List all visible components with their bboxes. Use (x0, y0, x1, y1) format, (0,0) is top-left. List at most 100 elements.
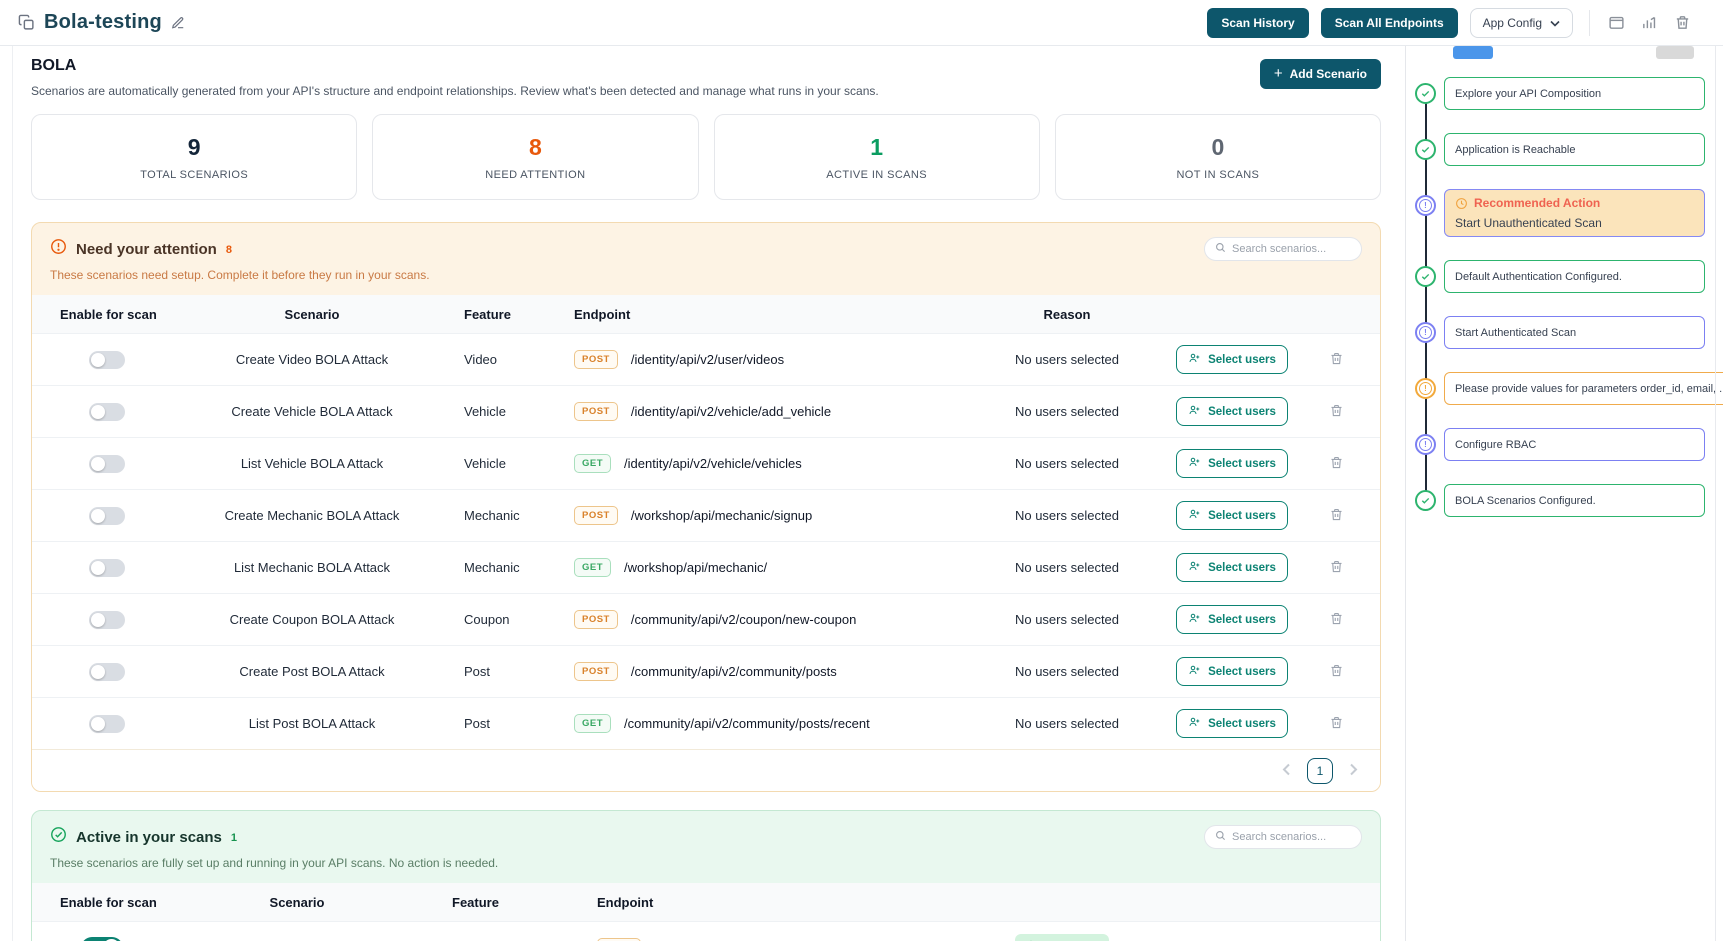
select-users-button[interactable]: Select users (1176, 501, 1288, 530)
feature-name: Post (442, 716, 562, 731)
active-search-input[interactable] (1232, 831, 1351, 843)
attention-search[interactable] (1204, 237, 1362, 261)
trash-icon[interactable] (1672, 12, 1693, 33)
timeline-card[interactable]: Start Authenticated Scan (1444, 316, 1705, 349)
endpoint-path: /identity/api/v2/vehicle/vehicles (624, 456, 802, 471)
scenario-name: List Vehicle BOLA Attack (182, 456, 442, 471)
reason-text: No users selected (962, 612, 1172, 627)
col-endpoint: Endpoint (562, 307, 962, 322)
stat-label: TOTAL SCENARIOS (140, 169, 248, 181)
copy-icon[interactable] (18, 14, 35, 31)
delete-row-icon[interactable] (1326, 712, 1347, 736)
scenario-name: Create Vehicle BOLA Attack (182, 404, 442, 419)
stat-value: 9 (188, 134, 201, 161)
enable-toggle[interactable] (89, 351, 125, 369)
timeline-item: Application is Reachable (1415, 133, 1705, 166)
reason-text: No users selected (962, 352, 1172, 367)
feature-name: Mechanic (442, 560, 562, 575)
select-users-button[interactable]: Select users (1176, 709, 1288, 738)
timeline-item: Explore your API Composition (1415, 77, 1705, 110)
next-page-icon[interactable] (1347, 761, 1360, 781)
top-bar: Bola-testing Scan History Scan All Endpo… (0, 0, 1723, 46)
table-row: List Vehicle BOLA Attack Vehicle GET /id… (32, 437, 1380, 489)
enable-toggle[interactable] (89, 403, 125, 421)
select-users-button[interactable]: Select users (1176, 449, 1288, 478)
table-row: Create Video BOLA Attack Video POST /ide… (32, 333, 1380, 385)
in-scans-badge: IN SCANS (1015, 934, 1109, 941)
method-badge: GET (574, 714, 611, 733)
enable-toggle[interactable] (81, 937, 123, 941)
plus-icon: + (1274, 69, 1283, 79)
active-count: 1 (231, 832, 237, 844)
enable-toggle[interactable] (89, 611, 125, 629)
enable-toggle[interactable] (89, 507, 125, 525)
timeline-card[interactable]: BOLA Scenarios Configured. (1444, 484, 1705, 517)
search-icon (1215, 828, 1226, 846)
recommended-badge: Recommended Action (1474, 196, 1600, 210)
enable-toggle[interactable] (89, 559, 125, 577)
active-scans-section: Active in your scans 1 These scenarios a… (31, 810, 1381, 941)
timeline-card[interactable]: Application is Reachable (1444, 133, 1705, 166)
reason-text: No users selected (962, 716, 1172, 731)
timeline-status-icon: ! (1415, 195, 1436, 216)
archive-icon[interactable] (1606, 12, 1627, 33)
select-users-button[interactable]: Select users (1176, 553, 1288, 582)
endpoint-path: /community/api/v2/community/posts (631, 664, 837, 679)
enable-toggle[interactable] (89, 663, 125, 681)
prev-page-icon[interactable] (1280, 761, 1293, 781)
timeline-card[interactable]: Explore your API Composition (1444, 77, 1705, 110)
timeline-status-icon (1415, 490, 1436, 511)
method-badge: GET (574, 454, 611, 473)
select-users-label: Select users (1208, 406, 1276, 418)
active-search[interactable] (1204, 825, 1362, 849)
select-users-label: Select users (1208, 614, 1276, 626)
scan-all-endpoints-button[interactable]: Scan All Endpoints (1321, 8, 1458, 38)
delete-row-icon[interactable] (1326, 504, 1347, 528)
delete-row-icon[interactable] (1326, 348, 1347, 372)
method-badge: POST (574, 610, 618, 629)
add-scenario-button[interactable]: + Add Scenario (1260, 59, 1381, 89)
timeline-label: Start Authenticated Scan (1455, 327, 1694, 339)
select-users-label: Select users (1208, 562, 1276, 574)
select-users-button[interactable]: Select users (1176, 605, 1288, 634)
stat-label: NEED ATTENTION (485, 169, 585, 181)
col-feature: Feature (442, 307, 562, 322)
delete-row-icon[interactable] (1326, 452, 1347, 476)
person-plus-icon (1188, 508, 1201, 523)
scenario-name: Create Coupon BOLA Attack (182, 612, 442, 627)
endpoint-path: /community/api/v2/community/posts/recent (624, 716, 870, 731)
select-users-button[interactable]: Select users (1176, 657, 1288, 686)
chart-icon[interactable] (1639, 12, 1660, 33)
delete-row-icon[interactable] (1326, 608, 1347, 632)
app-config-dropdown[interactable]: App Config (1470, 8, 1573, 38)
enable-toggle[interactable] (89, 455, 125, 473)
reason-text: No users selected (962, 456, 1172, 471)
timeline-card[interactable]: Please provide values for parameters ord… (1444, 372, 1723, 405)
timeline-card[interactable]: Default Authentication Configured. (1444, 260, 1705, 293)
page-description: Scenarios are automatically generated fr… (31, 84, 1381, 98)
select-users-button[interactable]: Select users (1176, 397, 1288, 426)
delete-row-icon[interactable] (1192, 936, 1213, 941)
timeline-card[interactable]: Configure RBAC (1444, 428, 1705, 461)
table-row: Create Coupon BOLA Attack Coupon POST /c… (32, 593, 1380, 645)
need-attention-section: Need your attention 8 These scenarios ne… (31, 222, 1381, 792)
search-icon (1215, 240, 1226, 258)
delete-row-icon[interactable] (1326, 556, 1347, 580)
timeline-card[interactable]: Recommended Action Start Unauthenticated… (1444, 189, 1705, 237)
attention-search-input[interactable] (1232, 243, 1351, 255)
method-badge: POST (574, 506, 618, 525)
attention-count: 8 (226, 244, 232, 256)
delete-row-icon[interactable] (1326, 400, 1347, 424)
select-users-label: Select users (1208, 354, 1276, 366)
attention-subtitle: These scenarios need setup. Complete it … (50, 268, 1362, 282)
select-users-button[interactable]: Select users (1176, 345, 1288, 374)
col-feature: Feature (422, 895, 582, 910)
enable-toggle[interactable] (89, 715, 125, 733)
edit-title-icon[interactable] (171, 16, 185, 30)
page-number[interactable]: 1 (1307, 758, 1333, 784)
add-scenario-label: Add Scenario (1290, 67, 1367, 81)
delete-row-icon[interactable] (1326, 660, 1347, 684)
stat-label: ACTIVE IN SCANS (826, 169, 927, 181)
scan-history-button[interactable]: Scan History (1207, 8, 1308, 38)
timeline-item: BOLA Scenarios Configured. (1415, 484, 1705, 517)
